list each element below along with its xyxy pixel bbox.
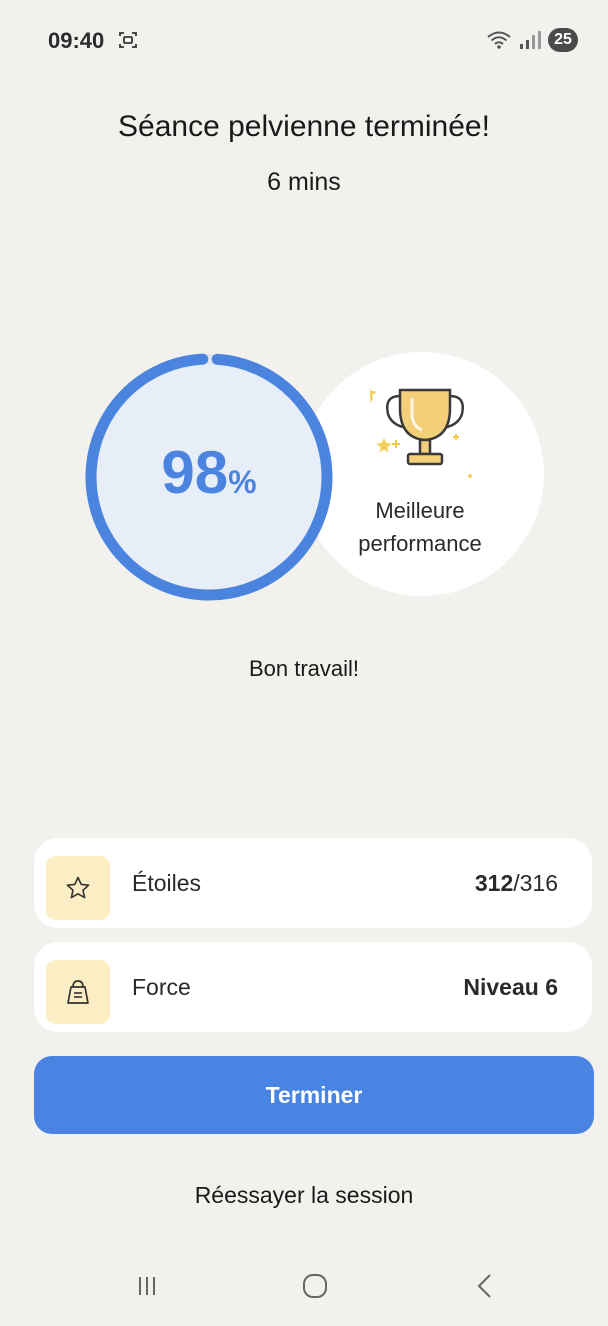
stat-label: Force <box>132 974 191 1000</box>
score-value: 98 <box>161 439 229 506</box>
encouragement-message: Bon travail! <box>248 656 360 681</box>
stat-icon-box <box>46 960 110 1024</box>
stat-value-bold: Niveau 6 <box>463 974 558 1000</box>
score-display: 98% <box>84 438 334 507</box>
achievement-line-2: performance <box>358 531 482 556</box>
stat-label: Étoiles <box>132 870 202 896</box>
recent-apps-icon <box>139 1277 155 1295</box>
status-indicators: 25 <box>486 26 578 54</box>
stat-value-rest: /316 <box>513 870 558 896</box>
status-bar: 09:40 25 <box>0 0 608 80</box>
wifi-icon <box>487 31 511 49</box>
achievement-line-1: Meilleure <box>375 498 465 523</box>
trophy-icon <box>370 388 472 478</box>
system-nav-bar <box>0 1250 608 1326</box>
stat-value-bold: 312 <box>474 870 514 896</box>
stat-value: Niveau 6 <box>463 974 558 1001</box>
score-unit: % <box>228 464 257 500</box>
session-title: Séance pelvienne terminée! <box>118 110 490 143</box>
home-icon <box>303 1274 327 1298</box>
finish-button[interactable]: Terminer <box>34 1056 594 1134</box>
recent-apps-button[interactable] <box>112 1258 182 1314</box>
retry-session-button[interactable]: Réessayer la session <box>0 1182 608 1209</box>
battery-indicator: 25 <box>548 28 578 52</box>
back-button[interactable] <box>450 1258 520 1314</box>
kettlebell-icon <box>67 980 89 1004</box>
star-icon <box>66 876 90 899</box>
back-icon <box>477 1274 491 1298</box>
stat-icon-box <box>46 856 110 920</box>
signal-icon <box>520 31 541 49</box>
stat-card-stars: Étoiles 312/316 <box>34 838 592 928</box>
stat-value: 312/316 <box>475 870 558 897</box>
screenshot-icon <box>119 32 137 48</box>
home-button[interactable] <box>280 1258 350 1314</box>
session-duration: 6 mins <box>267 168 341 196</box>
stat-card-force: Force Niveau 6 <box>34 942 592 1032</box>
status-time: 09:40 <box>48 28 105 53</box>
achievement-label: Meilleure performance <box>310 494 530 560</box>
